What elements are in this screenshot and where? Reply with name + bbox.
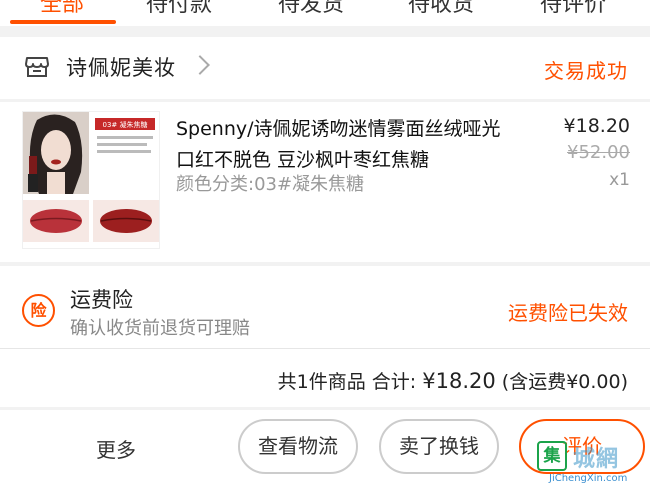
product-sku: 颜色分类:03#凝朱焦糖 bbox=[176, 174, 365, 195]
order-status: 交易成功 bbox=[544, 59, 628, 83]
order-total: ¥18.20 bbox=[422, 369, 496, 393]
tab-pending-review[interactable]: 待评价 bbox=[540, 0, 606, 18]
summary-line: 共1件商品 合计: ¥18.20 (含运费¥0.00) bbox=[278, 367, 628, 394]
product-price: ¥18.20 bbox=[563, 115, 630, 137]
watermark-text: 城網 bbox=[573, 447, 620, 472]
insurance-icon: 险 bbox=[22, 294, 55, 327]
resell-button[interactable]: 卖了换钱 bbox=[379, 419, 499, 474]
shop-name[interactable]: 诗佩妮美妆 bbox=[66, 52, 176, 82]
watermark-url: JiChengXin.com bbox=[549, 473, 628, 484]
chevron-right-icon bbox=[190, 55, 210, 75]
active-tab-indicator bbox=[10, 20, 116, 24]
more-button[interactable]: 更多 bbox=[96, 434, 136, 463]
product-title[interactable]: Spenny/诗佩妮诱吻迷情雾面丝绒哑光口红不脱色 豆沙枫叶枣红焦糖 bbox=[176, 114, 516, 176]
shop-header[interactable]: 诗佩妮美妆 交易成功 bbox=[0, 37, 650, 99]
watermark-logo: 集 bbox=[537, 441, 567, 471]
insurance-description: 确认收货前退货可理赔 bbox=[70, 318, 250, 339]
thumbnail-label: 03# 凝朱焦糖 bbox=[103, 120, 148, 129]
order-summary: 共1件商品 合计: ¥18.20 (含运费¥0.00) bbox=[0, 349, 650, 407]
store-icon bbox=[25, 57, 49, 77]
order-tab-bar: 全部 待付款 待发货 待收货 待评价 bbox=[0, 0, 650, 26]
insurance-status: 运费险已失效 bbox=[508, 301, 628, 325]
tab-pending-receipt[interactable]: 待收货 bbox=[408, 0, 474, 18]
site-watermark: 集 城網 JiChengXin.com bbox=[535, 439, 650, 487]
product-quantity: x1 bbox=[609, 170, 630, 190]
total-label: 合计: bbox=[371, 371, 417, 393]
product-item[interactable]: 03# 凝朱焦糖 Spenny/诗佩妮诱吻迷情雾面丝绒哑光口红不脱色 豆沙枫叶枣… bbox=[0, 102, 650, 262]
lipstick-product-image: 03# 凝朱焦糖 bbox=[23, 112, 159, 248]
item-count: 共1件商品 bbox=[277, 371, 366, 393]
tab-pending-shipment[interactable]: 待发货 bbox=[278, 0, 344, 18]
shipping-insurance-row[interactable]: 险 运费险 确认收货前退货可理赔 运费险已失效 bbox=[0, 266, 650, 348]
tab-pending-payment[interactable]: 待付款 bbox=[146, 0, 212, 18]
insurance-title: 运费险 bbox=[70, 288, 133, 312]
original-price: ¥52.00 bbox=[567, 142, 630, 163]
view-logistics-button[interactable]: 查看物流 bbox=[238, 419, 358, 474]
tab-all[interactable]: 全部 bbox=[40, 0, 84, 18]
product-thumbnail[interactable]: 03# 凝朱焦糖 bbox=[22, 111, 160, 249]
shipping-note: (含运费¥0.00) bbox=[501, 371, 628, 393]
